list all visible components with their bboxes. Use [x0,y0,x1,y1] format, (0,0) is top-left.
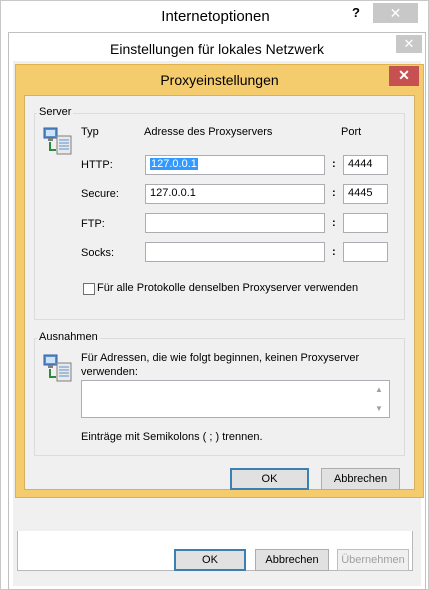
lan-settings-titlebar: Einstellungen für lokales Netzwerk ✕ [9,33,425,61]
cancel-button[interactable]: Abbrechen [255,549,329,571]
socks-label: Socks: [81,247,115,259]
ok-button[interactable]: OK [230,468,309,490]
close-icon[interactable]: ✕ [373,3,418,23]
ftp-port-input[interactable] [343,213,388,233]
proxy-settings-body: Server Typ Adresse des Proxyservers Port… [24,95,415,490]
exceptions-description: Für Adressen, die wie folgt beginnen, ke… [81,352,360,378]
proxy-settings-title: Proxyeinstellungen [160,72,279,88]
network-computer-icon [43,127,72,155]
help-icon[interactable]: ? [344,3,368,23]
scroll-up-icon[interactable]: ▲ [375,385,412,394]
http-address-value: 127.0.0.1 [150,158,198,170]
http-port-input[interactable]: 4444 [343,155,388,175]
secure-colon: : [332,187,336,199]
ftp-address-input[interactable] [145,213,325,233]
secure-port-input[interactable]: 4445 [343,184,388,204]
column-header-port: Port [341,126,362,138]
socks-port-input[interactable] [343,242,388,262]
exceptions-group-legend: Ausnahmen [37,331,100,343]
socks-colon: : [332,246,336,258]
secure-address-input[interactable]: 127.0.0.1 [145,184,325,204]
proxy-settings-window: Proxyeinstellungen ✕ Server Typ Adresse … [15,64,424,498]
secure-label: Secure: [81,188,119,200]
column-header-type: Typ [81,126,99,138]
lan-settings-title: Einstellungen für lokales Netzwerk [110,41,324,57]
ok-button[interactable]: OK [174,549,246,571]
http-colon: : [332,158,336,170]
http-address-input[interactable]: 127.0.0.1 [145,155,325,175]
server-group-legend: Server [37,106,74,118]
exceptions-hint: Einträge mit Semikolons ( ; ) trennen. [81,431,263,443]
same-proxy-label[interactable]: Für alle Protokolle denselben Proxyserve… [97,282,358,294]
http-label: HTTP: [81,159,113,171]
network-computer-icon [43,354,72,382]
exceptions-textarea[interactable] [81,380,390,418]
cancel-button[interactable]: Abbrechen [321,468,400,490]
scroll-down-icon[interactable]: ▼ [375,404,412,413]
apply-button: Übernehmen [337,549,409,571]
column-header-address: Adresse des Proxyservers [144,126,273,138]
close-icon[interactable]: ✕ [396,35,422,53]
close-icon[interactable]: ✕ [389,66,419,86]
ftp-colon: : [332,217,336,229]
same-proxy-checkbox[interactable] [83,283,95,295]
ftp-label: FTP: [81,218,105,230]
socks-address-input[interactable] [145,242,325,262]
